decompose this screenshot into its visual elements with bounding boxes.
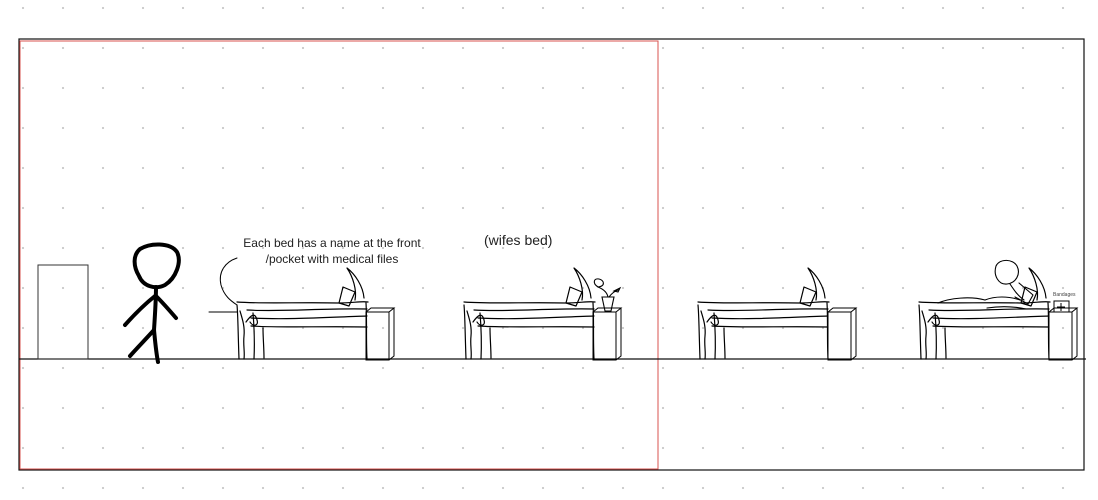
nightstand-icon: [592, 307, 622, 361]
bed-icon: [236, 267, 369, 360]
stick-figure-icon: [123, 242, 181, 364]
bandages-label: Bandages: [1053, 292, 1076, 298]
storyboard-canvas: [18, 38, 1086, 471]
bed-icon: [697, 267, 830, 360]
bed-name-annotation-line1: Each bed has a name at the front: [243, 236, 421, 250]
nightstand-icon: [827, 307, 857, 361]
flower-vase-icon: [593, 278, 622, 312]
bandage-box-icon: [1053, 300, 1070, 313]
door-icon: [37, 264, 89, 360]
wife-bed-label: (wifes bed): [484, 232, 553, 248]
bed-icon: [918, 267, 1051, 360]
bed-icon: [463, 267, 596, 360]
nightstand-icon: [1048, 307, 1078, 361]
bed-name-annotation-line2: /pocket with medical files: [265, 252, 399, 266]
patient-figure-icon: [937, 259, 1034, 310]
nightstand-icon: [365, 307, 395, 361]
bed-name-annotation: Each bed has a name at the front /pocket…: [226, 235, 438, 267]
